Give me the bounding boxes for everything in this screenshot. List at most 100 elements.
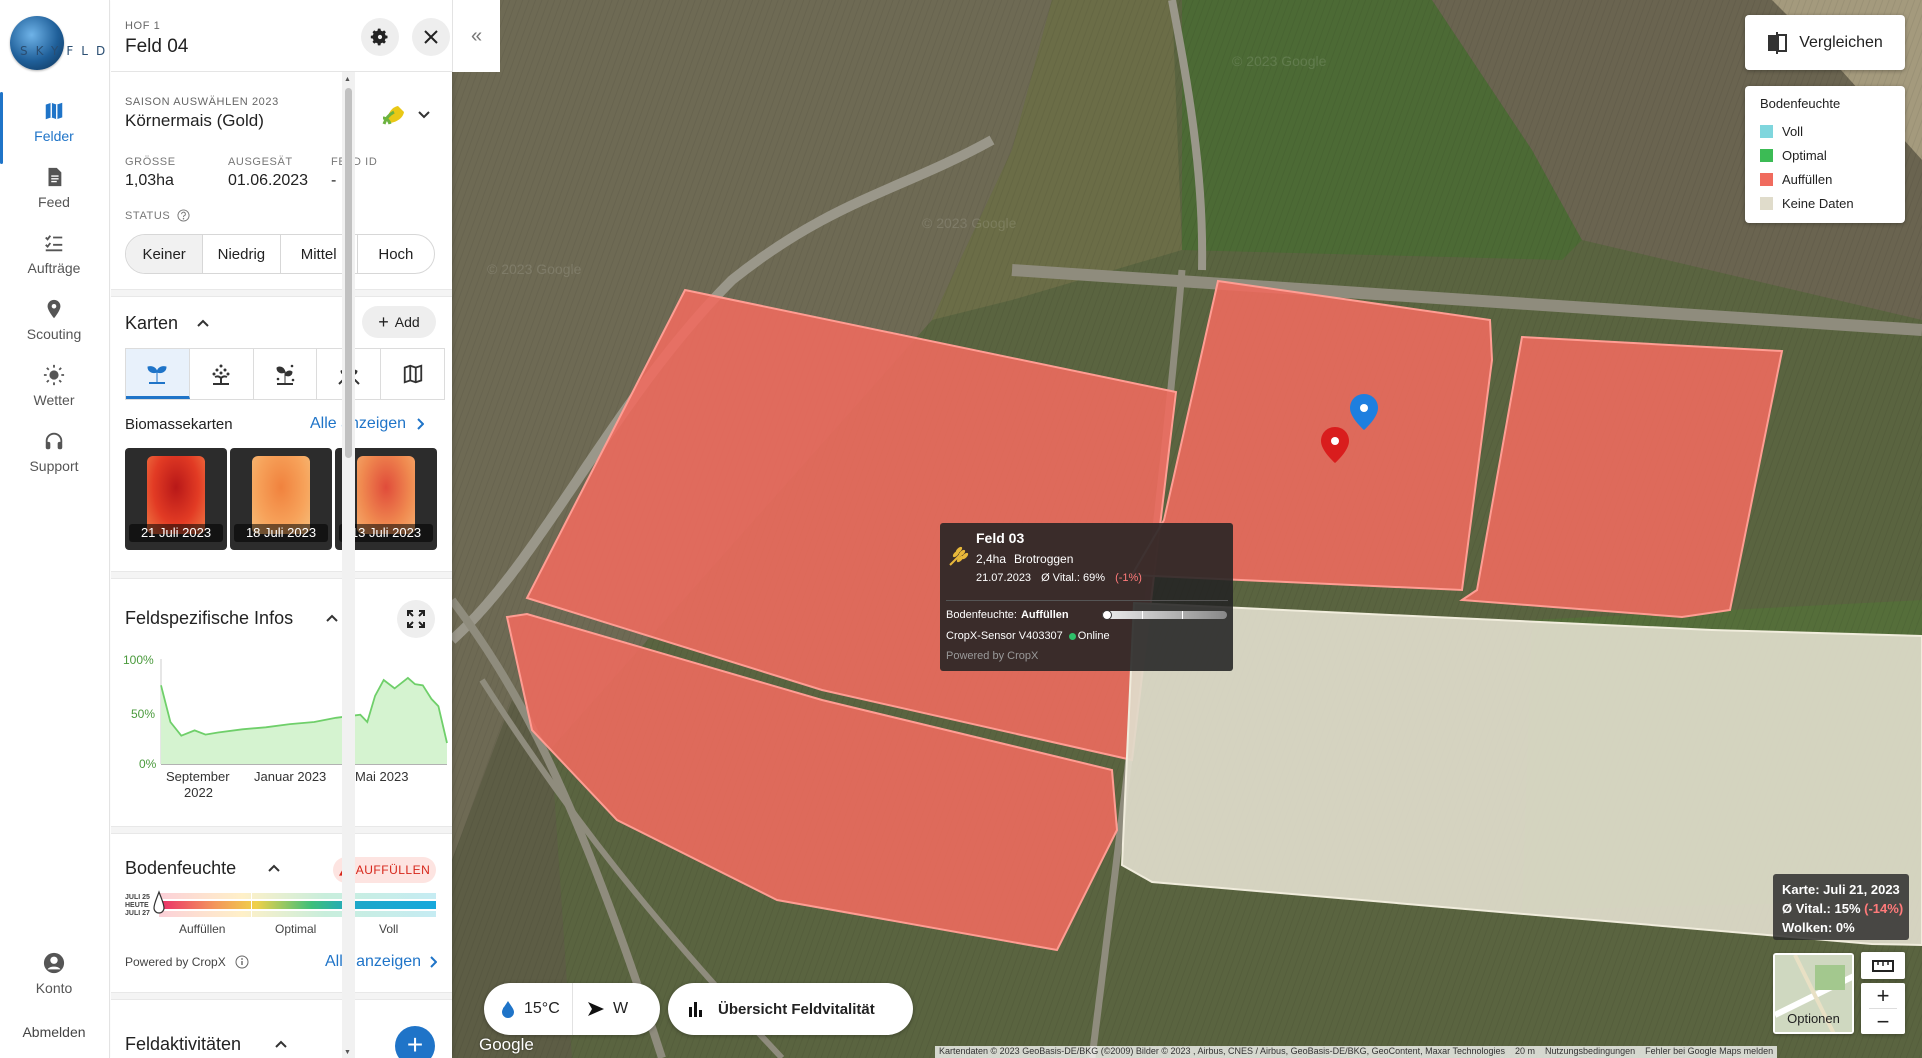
headset-icon xyxy=(45,432,63,450)
popup-sensor: CropX-Sensor V403307 Online xyxy=(946,630,1110,642)
zoom-out-button[interactable]: − xyxy=(1861,1009,1905,1034)
expand-button[interactable] xyxy=(397,600,435,638)
date-label: JULI 25 xyxy=(125,894,150,901)
logout-link[interactable]: Abmelden xyxy=(0,1024,108,1040)
document-icon xyxy=(48,167,62,187)
biomass-thumbnail[interactable]: 18 Juli 2023 xyxy=(230,448,332,550)
tab-biomass[interactable] xyxy=(126,349,190,399)
moisture-scale xyxy=(159,893,436,917)
tab-fertilizer[interactable] xyxy=(254,349,318,399)
nav-label: Felder xyxy=(34,128,74,144)
add-map-button[interactable]: + Add xyxy=(362,306,436,338)
vitality-overview-label: Übersicht Feldvitalität xyxy=(718,1000,875,1018)
field-map-icon xyxy=(403,364,422,384)
legend-item: Keine Daten xyxy=(1760,191,1905,215)
chevron-down-icon[interactable] xyxy=(417,110,431,120)
status-option-niedrig[interactable]: Niedrig xyxy=(203,235,281,273)
tab-field-map[interactable] xyxy=(381,349,444,399)
nav-item-feed[interactable]: Feed xyxy=(0,166,108,228)
status-option-keiner[interactable]: Keiner xyxy=(126,235,204,273)
nav-item-wetter[interactable]: Wetter xyxy=(0,364,108,426)
date-label: HEUTE xyxy=(125,902,149,909)
scroll-down-arrow[interactable]: ▼ xyxy=(344,1049,351,1056)
checklist-icon xyxy=(45,235,63,252)
water-drop-icon xyxy=(502,1001,514,1018)
section-divider xyxy=(111,571,452,579)
vitality-overview-button[interactable]: Übersicht Feldvitalität xyxy=(668,983,913,1035)
terms-link[interactable]: Nutzungsbedingungen xyxy=(1545,1046,1635,1058)
add-map-label: Add xyxy=(394,314,420,330)
status-option-hoch[interactable]: Hoch xyxy=(358,235,434,273)
wind-value: W xyxy=(613,1000,629,1017)
biomass-thumbnail[interactable]: 21 Juli 2023 xyxy=(125,448,227,550)
biomass-subtitle: Biomassekarten xyxy=(125,416,233,433)
legend-label: Auffüllen xyxy=(1782,171,1833,187)
nav-item-support[interactable]: Support xyxy=(0,430,108,492)
chevron-up-icon[interactable] xyxy=(325,613,339,623)
measure-button[interactable] xyxy=(1861,952,1905,979)
map-type-tabs xyxy=(125,348,445,400)
popup-field-title: Feld 03 xyxy=(976,530,1025,546)
field-info-popup[interactable]: Feld 03 2,4ha Brotroggen 21.07.2023 Ø Vi… xyxy=(940,523,1233,671)
wind-direction-arrow-icon xyxy=(588,1002,604,1016)
x-tick-label: 2022 xyxy=(184,785,213,800)
location-pin-icon xyxy=(47,299,61,319)
settings-button[interactable] xyxy=(361,18,399,56)
scroll-up-arrow[interactable]: ▲ xyxy=(344,76,351,83)
scale-text: 20 m xyxy=(1515,1046,1536,1056)
biomass-map-preview xyxy=(357,456,415,534)
wheat-icon xyxy=(949,546,969,566)
chevron-up-icon[interactable] xyxy=(274,1039,288,1049)
collapse-panel-button[interactable]: « xyxy=(452,0,500,72)
plus-icon: + xyxy=(378,312,389,332)
crop-name[interactable]: Körnermais (Gold) xyxy=(125,111,264,131)
zoom-in-button[interactable]: + xyxy=(1861,983,1905,1008)
scale-label-full: Voll xyxy=(379,922,399,936)
nav-item-felder[interactable]: Felder xyxy=(0,92,108,164)
scrollbar-thumb[interactable] xyxy=(345,88,352,458)
vitality-chart: 100% 50% 0% September 2022 Januar 2023 M… xyxy=(123,653,448,800)
map-vital-change: (-14%) xyxy=(1864,901,1904,916)
biomass-show-all[interactable]: Alle anzeigen xyxy=(310,415,425,433)
legend-label: Keine Daten xyxy=(1782,195,1854,211)
corn-icon xyxy=(382,106,404,125)
map-date-info: Karte: Juli 21, 2023 Ø Vital.: 15% (-14%… xyxy=(1773,874,1909,940)
legend-title: Bodenfeuchte xyxy=(1760,96,1841,111)
help-icon[interactable] xyxy=(177,209,190,222)
nav-item-konto[interactable]: Konto xyxy=(0,952,108,1014)
chevron-up-icon[interactable] xyxy=(196,318,210,328)
weather-widget[interactable]: 15°C W xyxy=(484,983,660,1035)
biomass-map-preview xyxy=(147,456,205,534)
info-icon[interactable] xyxy=(235,955,249,969)
sown-label: AUSGESÄT xyxy=(228,156,293,168)
ruler-icon xyxy=(1872,959,1894,972)
plus-icon: + xyxy=(406,1029,424,1058)
seeding-icon xyxy=(212,364,230,385)
wind-readout: W xyxy=(573,1000,628,1018)
close-button[interactable] xyxy=(412,18,450,56)
status-selector: Keiner Niedrig Mittel Hoch xyxy=(125,234,435,274)
plant-icon xyxy=(147,365,167,384)
close-icon xyxy=(424,30,438,44)
nav-item-auftraege[interactable]: Aufträge xyxy=(0,232,108,294)
moisture-section-title: Bodenfeuchte xyxy=(125,858,237,878)
add-activity-button[interactable]: + xyxy=(395,1026,435,1058)
compare-button[interactable]: Vergleichen xyxy=(1745,15,1905,70)
map-options-button[interactable]: Optionen xyxy=(1773,953,1854,1034)
map-watermark: © 2023 Google xyxy=(922,215,1017,231)
map-vital-line: Ø Vital.: 15% (-14%) xyxy=(1782,899,1909,918)
legend-item: Optimal xyxy=(1760,143,1905,167)
tab-seeding[interactable] xyxy=(190,349,254,399)
panel-scrollbar[interactable]: ▲ ▼ xyxy=(342,72,355,1058)
map-vital: Ø Vital.: 15% xyxy=(1782,901,1861,916)
report-link[interactable]: Fehler bei Google Maps melden xyxy=(1645,1046,1773,1058)
scale-label-optimal: Optimal xyxy=(275,922,317,936)
chevron-up-icon[interactable] xyxy=(267,863,281,873)
zoom-controls: + − xyxy=(1861,983,1905,1034)
online-status-dot xyxy=(1068,632,1076,640)
account-icon xyxy=(43,952,65,974)
nav-item-scouting[interactable]: Scouting xyxy=(0,298,108,360)
vitality-area xyxy=(161,677,447,764)
skyfld-logo[interactable] xyxy=(10,16,64,70)
fertilizer-icon xyxy=(276,364,295,385)
